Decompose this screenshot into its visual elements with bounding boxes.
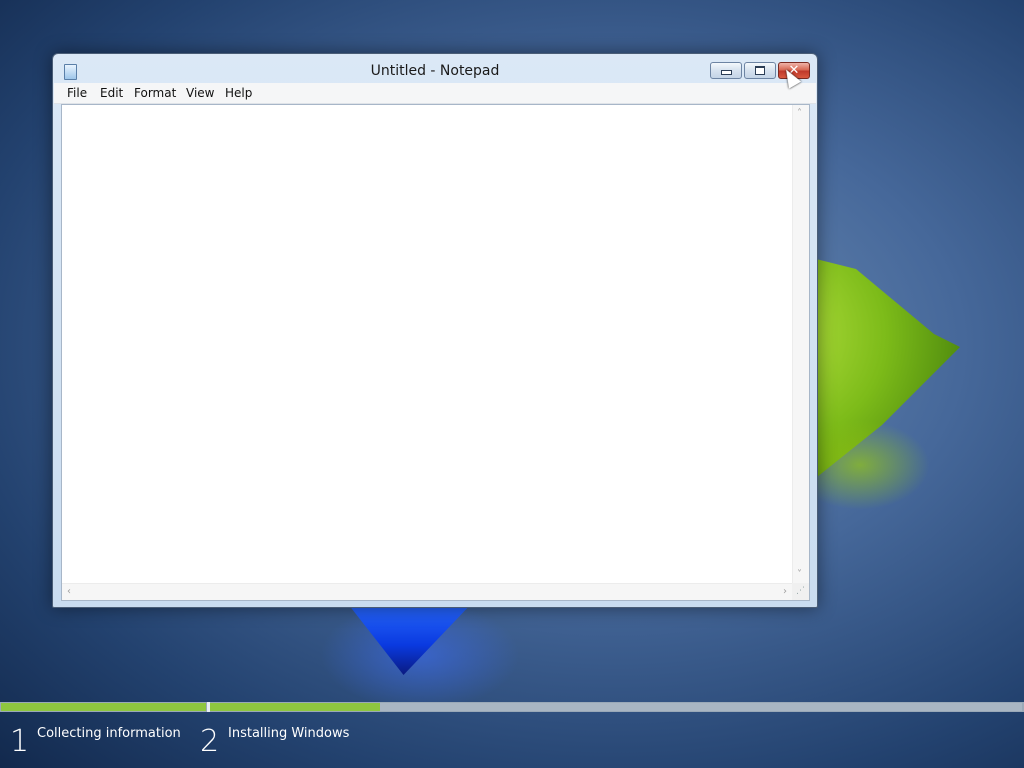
step-number: 2 bbox=[200, 724, 220, 759]
maximize-button[interactable] bbox=[744, 62, 776, 79]
step2-progress-fill bbox=[210, 703, 380, 711]
setup-progress-bar bbox=[0, 702, 1024, 712]
resize-grip-icon[interactable]: ⋰ bbox=[792, 583, 809, 600]
menu-view[interactable]: View bbox=[186, 86, 214, 100]
horizontal-scrollbar[interactable]: ‹ › bbox=[62, 583, 792, 600]
menu-file[interactable]: File bbox=[67, 86, 87, 100]
notepad-window: Untitled - Notepad ✕ File Edit Format Vi… bbox=[52, 53, 818, 608]
maximize-icon bbox=[755, 66, 765, 75]
scroll-down-icon[interactable]: ˅ bbox=[797, 569, 802, 580]
step1-progress-fill bbox=[1, 703, 206, 711]
menu-help[interactable]: Help bbox=[225, 86, 252, 100]
step-number: 1 bbox=[10, 724, 30, 759]
menu-bar: File Edit Format View Help bbox=[54, 83, 816, 104]
step-label: Installing Windows bbox=[228, 726, 350, 741]
title-bar[interactable]: Untitled - Notepad ✕ bbox=[53, 54, 817, 84]
window-title: Untitled - Notepad bbox=[370, 63, 500, 79]
minimize-button[interactable] bbox=[710, 62, 742, 79]
vertical-scrollbar[interactable]: ˄ ˅ bbox=[792, 105, 809, 583]
menu-edit[interactable]: Edit bbox=[100, 86, 123, 100]
scroll-left-icon[interactable]: ‹ bbox=[67, 586, 71, 597]
editor-frame: ˄ ˅ ‹ › ⋰ bbox=[61, 104, 810, 601]
text-editor[interactable] bbox=[62, 105, 792, 583]
scroll-up-icon[interactable]: ˄ bbox=[797, 108, 802, 119]
step-label: Collecting information bbox=[37, 726, 181, 741]
scroll-right-icon[interactable]: › bbox=[783, 586, 787, 597]
menu-format[interactable]: Format bbox=[134, 86, 176, 100]
minimize-icon bbox=[720, 70, 732, 75]
